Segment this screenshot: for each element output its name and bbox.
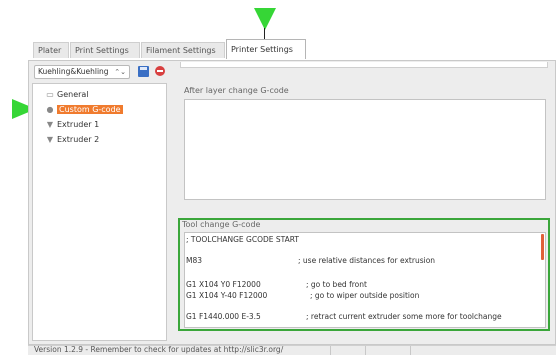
tree-item-extruder-2[interactable]: ▼ Extruder 2 <box>45 134 99 146</box>
extruder-icon: ▼ <box>46 135 54 144</box>
status-divider <box>330 346 331 355</box>
tab-plater[interactable]: Plater <box>33 42 69 58</box>
gcode-comment: ; use relative distances for extrusion <box>298 256 436 265</box>
gcode-icon: ● <box>46 105 54 114</box>
delete-preset-icon[interactable] <box>155 66 165 76</box>
previous-gcode-field-bottom[interactable] <box>180 62 548 68</box>
after-layer-gcode-textarea[interactable] <box>184 99 546 200</box>
status-text: Version 1.2.9 - Remember to check for up… <box>34 345 284 354</box>
gcode-line: G1 F1440.000 E-3.5 <box>186 312 261 321</box>
tree-item-custom-gcode[interactable]: ● Custom G-code <box>45 104 123 116</box>
status-divider <box>365 346 366 355</box>
updown-arrow-icon: ⌃⌄ <box>114 68 126 76</box>
extruder-icon: ▼ <box>46 120 54 129</box>
tree-item-label: Extruder 1 <box>57 120 100 129</box>
tree-item-label: Custom G-code <box>57 105 123 114</box>
after-layer-gcode-label: After layer change G-code <box>184 86 289 95</box>
tab-print-settings[interactable]: Print Settings <box>70 42 140 58</box>
preset-select-value: Kuehling&Kuehling <box>38 67 109 76</box>
tree-item-label: General <box>57 90 89 99</box>
tab-printer-settings[interactable]: Printer Settings <box>226 39 306 59</box>
tree-item-general[interactable]: ▭ General <box>45 89 89 101</box>
printer-icon: ▭ <box>46 90 54 99</box>
tool-change-gcode-label: Tool change G-code <box>182 220 261 229</box>
gcode-line: M83 <box>186 256 203 265</box>
gcode-scrollbar-thumb[interactable] <box>541 234 544 260</box>
preset-select[interactable]: Kuehling&Kuehling ⌃⌄ <box>34 65 130 79</box>
status-divider <box>410 346 411 355</box>
gcode-line: G1 X104 Y-40 F12000 <box>186 291 268 300</box>
gcode-comment: ; go to wiper outside position <box>310 291 420 300</box>
gcode-comment: ; retract current extruder some more for… <box>306 312 502 321</box>
save-preset-icon[interactable] <box>138 66 149 77</box>
tree-item-label: Extruder 2 <box>57 135 100 144</box>
annotation-arrow-down-icon <box>254 8 276 30</box>
tab-filament-settings[interactable]: Filament Settings <box>141 42 225 58</box>
gcode-line: ; TOOLCHANGE GCODE START <box>186 235 300 244</box>
tree-item-extruder-1[interactable]: ▼ Extruder 1 <box>45 119 99 131</box>
gcode-comment: ; go to bed front <box>306 280 367 289</box>
gcode-line: G1 X104 Y0 F12000 <box>186 280 261 289</box>
